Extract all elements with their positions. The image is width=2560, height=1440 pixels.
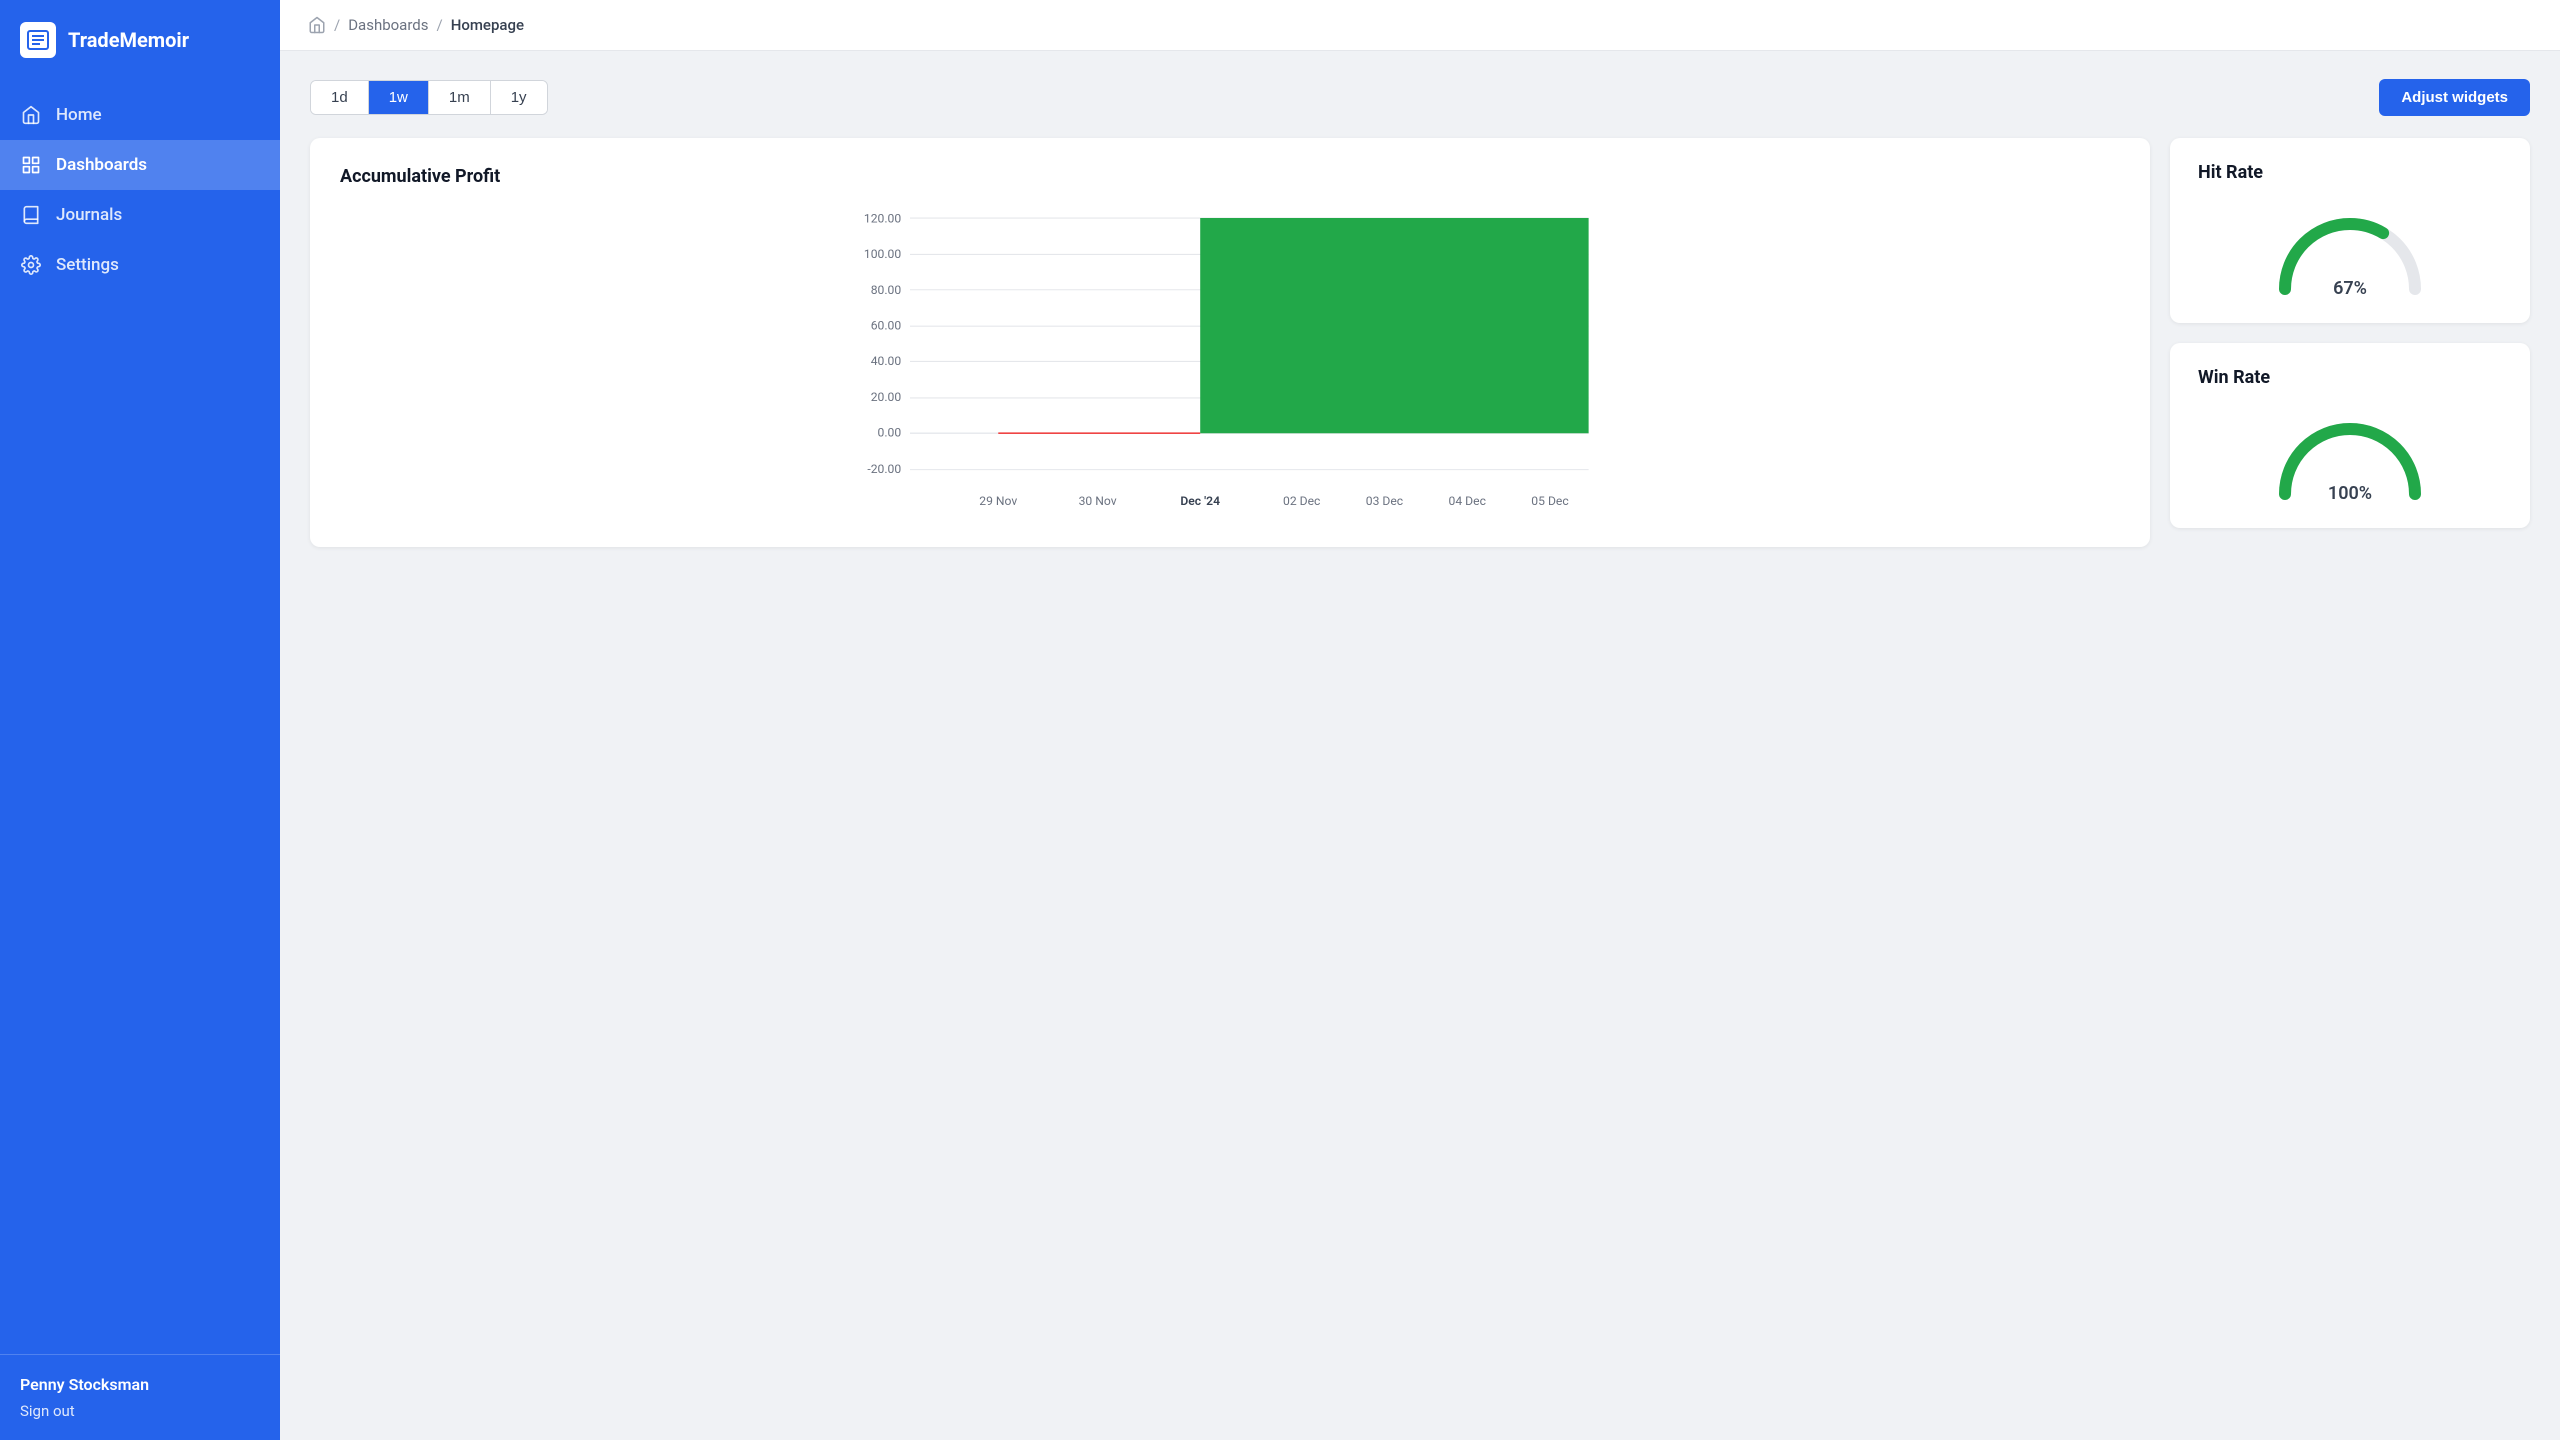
- sidebar-item-dashboards[interactable]: Dashboards: [0, 140, 280, 190]
- sidebar-item-label-home: Home: [56, 105, 102, 125]
- breadcrumb-sep1: /: [334, 16, 340, 34]
- sidebar-item-label-dashboards: Dashboards: [56, 155, 147, 175]
- chart-title: Accumulative Profit: [340, 166, 2120, 187]
- svg-text:-20.00: -20.00: [867, 462, 901, 476]
- time-btn-1d[interactable]: 1d: [311, 81, 369, 114]
- svg-text:60.00: 60.00: [871, 318, 902, 332]
- svg-text:02 Dec: 02 Dec: [1283, 494, 1320, 508]
- app-name: TradeMemoir: [68, 28, 189, 52]
- profit-chart-svg: 120.00 100.00 80.00 60.00 40.00 20.00 0.…: [340, 207, 2120, 527]
- breadcrumb-bar: / Dashboards / Homepage: [280, 0, 2560, 51]
- username: Penny Stocksman: [20, 1375, 260, 1394]
- breadcrumb-home-icon[interactable]: [308, 16, 326, 34]
- sidebar-item-journals[interactable]: Journals: [0, 190, 280, 240]
- svg-text:40.00: 40.00: [871, 354, 902, 368]
- svg-text:20.00: 20.00: [871, 390, 902, 404]
- breadcrumb-sep2: /: [437, 16, 443, 34]
- time-btn-1y[interactable]: 1y: [491, 81, 547, 114]
- home-icon: [20, 104, 42, 126]
- breadcrumb-dashboards[interactable]: Dashboards: [348, 16, 428, 34]
- svg-text:04 Dec: 04 Dec: [1449, 494, 1486, 508]
- sidebar-item-home[interactable]: Home: [0, 90, 280, 140]
- win-rate-title: Win Rate: [2198, 367, 2502, 388]
- svg-text:03 Dec: 03 Dec: [1366, 494, 1403, 508]
- svg-text:30 Nov: 30 Nov: [1079, 494, 1117, 508]
- chart-area: 120.00 100.00 80.00 60.00 40.00 20.00 0.…: [340, 207, 2120, 527]
- sidebar: TradeMemoir Home Dashboard: [0, 0, 280, 1440]
- svg-text:05 Dec: 05 Dec: [1531, 494, 1568, 508]
- win-rate-value: 100%: [2328, 483, 2372, 504]
- settings-icon: [20, 254, 42, 276]
- logo-icon: [20, 22, 56, 58]
- hit-rate-value: 67%: [2333, 278, 2367, 299]
- dashboards-icon: [20, 154, 42, 176]
- adjust-widgets-button[interactable]: Adjust widgets: [2379, 79, 2530, 116]
- hit-rate-card: Hit Rate 67%: [2170, 138, 2530, 323]
- app-logo: TradeMemoir: [0, 0, 280, 80]
- sidebar-item-label-journals: Journals: [56, 205, 122, 225]
- sidebar-item-settings[interactable]: Settings: [0, 240, 280, 290]
- signout-button[interactable]: Sign out: [20, 1402, 260, 1420]
- filter-bar: 1d 1w 1m 1y Adjust widgets: [310, 79, 2530, 116]
- accumulative-profit-card: Accumulative Profit 120.00 100.00 80.00 …: [310, 138, 2150, 547]
- sidebar-item-label-settings: Settings: [56, 255, 119, 275]
- sidebar-footer: Penny Stocksman Sign out: [0, 1354, 280, 1440]
- hit-rate-title: Hit Rate: [2198, 162, 2502, 183]
- journals-icon: [20, 204, 42, 226]
- time-btn-1w[interactable]: 1w: [369, 81, 429, 114]
- hit-rate-gauge: 67%: [2198, 199, 2502, 299]
- time-btn-1m[interactable]: 1m: [429, 81, 491, 114]
- svg-text:100.00: 100.00: [864, 247, 901, 261]
- svg-text:29 Nov: 29 Nov: [979, 494, 1017, 508]
- svg-text:Dec '24: Dec '24: [1180, 494, 1220, 508]
- win-rate-gauge: 100%: [2198, 404, 2502, 504]
- svg-text:120.00: 120.00: [864, 211, 901, 225]
- win-rate-card: Win Rate 100%: [2170, 343, 2530, 528]
- sidebar-nav: Home Dashboards Journals: [0, 80, 280, 1354]
- svg-text:80.00: 80.00: [871, 283, 902, 297]
- time-filter-group: 1d 1w 1m 1y: [310, 80, 548, 115]
- dashboard-grid: Accumulative Profit 120.00 100.00 80.00 …: [310, 138, 2530, 547]
- main-content: / Dashboards / Homepage 1d 1w 1m 1y Adju…: [280, 0, 2560, 1440]
- page-content: 1d 1w 1m 1y Adjust widgets Accumulative …: [280, 51, 2560, 1440]
- svg-text:0.00: 0.00: [878, 426, 902, 440]
- breadcrumb-current: Homepage: [451, 16, 524, 34]
- right-column: Hit Rate 67% Win Rate: [2170, 138, 2530, 528]
